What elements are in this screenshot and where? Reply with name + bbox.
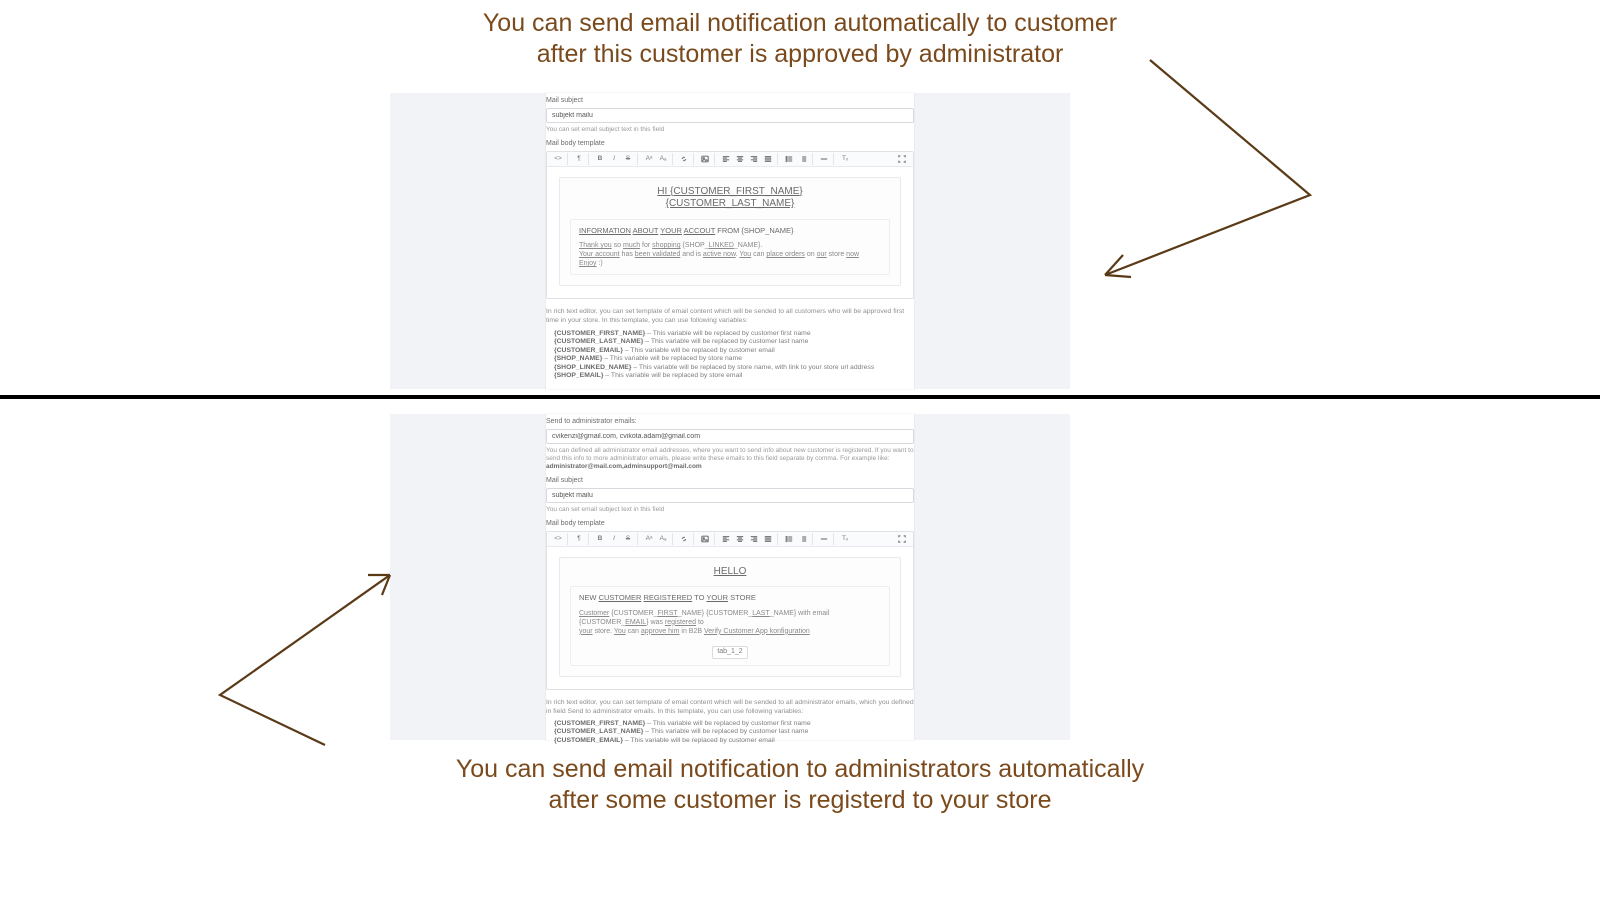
admin-email-panel: Send to administrator emails: You can de… [546, 414, 914, 740]
mail-subject-help: You can set email subject text in this f… [546, 126, 914, 134]
bottom-caption-line1: You can send email notification to admin… [0, 754, 1600, 785]
mail-subject-input-2[interactable] [546, 488, 914, 503]
bold-icon[interactable]: B [588, 153, 607, 165]
align-right-icon[interactable] [747, 533, 761, 545]
subscript-icon[interactable]: Aₐ [656, 533, 670, 545]
email-greeting: HI {CUSTOMER_FIRST_NAME} {CUSTOMER_LAST_… [570, 186, 890, 211]
paragraph-icon[interactable]: ¶ [567, 533, 586, 545]
ul-icon[interactable] [777, 533, 796, 545]
mail-body-label: Mail body template [546, 140, 914, 149]
email-section-body: Thank you so much for shopping {SHOP_LIN… [579, 241, 881, 268]
superscript-icon[interactable]: Aᵃ [637, 533, 656, 545]
arrow-top-right [1065, 55, 1325, 285]
top-caption: You can send email notification automati… [0, 0, 1600, 77]
admin-emails-label: Send to administrator emails: [546, 418, 914, 427]
mail-subject-label-2: Mail subject [546, 477, 914, 486]
bottom-caption-line2: after some customer is registerd to your… [0, 785, 1600, 816]
editor-toolbar-2: <> ¶ B I S Aᵃ Aₐ Tₓ [546, 531, 914, 547]
editor-body-2[interactable]: HELLO NEW CUSTOMER REGISTERED TO YOUR ST… [546, 547, 914, 690]
paragraph-icon[interactable]: ¶ [567, 153, 586, 165]
mail-body-label-2: Mail body template [546, 520, 914, 529]
editor-body[interactable]: HI {CUSTOMER_FIRST_NAME} {CUSTOMER_LAST_… [546, 167, 914, 300]
variables-list: {CUSTOMER_FIRST_NAME} – This variable wi… [554, 330, 914, 381]
admin-emails-input[interactable] [546, 429, 914, 444]
var-line: {SHOP_NAME} – This variable will be repl… [554, 355, 914, 363]
arrow-bottom-left [190, 555, 410, 755]
var-line: {CUSTOMER_FIRST_NAME} – This variable wi… [554, 330, 914, 338]
email-section-head: INFORMATION ABOUT YOUR ACCOUT FROM {SHOP… [579, 226, 881, 235]
superscript-icon[interactable]: Aᵃ [637, 153, 656, 165]
align-right-icon[interactable] [747, 153, 761, 165]
admin-emails-help: You can defined all administrator email … [546, 447, 914, 471]
clear-format-icon[interactable]: Tₓ [833, 533, 852, 545]
mail-subject-help-2: You can set email subject text in this f… [546, 506, 914, 514]
mail-subject-input[interactable] [546, 108, 914, 123]
align-center-icon[interactable] [733, 533, 747, 545]
var-line: {SHOP_LINKED_NAME} – This variable will … [554, 364, 914, 372]
italic-icon[interactable]: I [607, 533, 621, 545]
variables-list-2: {CUSTOMER_FIRST_NAME} – This variable wi… [554, 720, 914, 745]
page-root: You can send email notification automati… [0, 0, 1600, 900]
ol-icon[interactable] [796, 533, 810, 545]
italic-icon[interactable]: I [607, 153, 621, 165]
fullscreen-icon[interactable] [895, 153, 909, 165]
var-line: {CUSTOMER_EMAIL} – This variable will be… [554, 737, 914, 745]
email-preview-card-2: HELLO NEW CUSTOMER REGISTERED TO YOUR ST… [559, 557, 901, 677]
var-line: {CUSTOMER_LAST_NAME} – This variable wil… [554, 728, 914, 736]
panel-1-left-gutter [390, 93, 546, 389]
section-divider [0, 395, 1600, 399]
align-left-icon[interactable] [714, 533, 733, 545]
top-caption-line1: You can send email notification automati… [0, 8, 1600, 39]
link-icon[interactable] [672, 533, 691, 545]
var-line: {CUSTOMER_EMAIL} – This variable will be… [554, 347, 914, 355]
email-greeting-2: HELLO [570, 566, 890, 579]
code-view-icon[interactable]: <> [551, 533, 565, 545]
email-section-head-2: NEW CUSTOMER REGISTERED TO YOUR STORE [579, 593, 881, 602]
top-caption-line2: after this customer is approved by admin… [0, 39, 1600, 70]
tab-pill-wrap: tab_1_2 [579, 642, 881, 659]
strike-icon[interactable]: S [621, 533, 635, 545]
align-left-icon[interactable] [714, 153, 733, 165]
ul-icon[interactable] [777, 153, 796, 165]
clear-format-icon[interactable]: Tₓ [833, 153, 852, 165]
tab-pill[interactable]: tab_1_2 [712, 646, 747, 659]
bottom-caption: You can send email notification to admin… [0, 748, 1600, 817]
email-section-body-2: Customer {CUSTOMER_FIRST_NAME} {CUSTOMER… [579, 609, 881, 636]
fullscreen-icon[interactable] [895, 533, 909, 545]
subscript-icon[interactable]: Aₐ [656, 153, 670, 165]
var-line: {CUSTOMER_FIRST_NAME} – This variable wi… [554, 720, 914, 728]
strike-icon[interactable]: S [621, 153, 635, 165]
align-center-icon[interactable] [733, 153, 747, 165]
align-justify-icon[interactable] [761, 153, 775, 165]
email-preview-card: HI {CUSTOMER_FIRST_NAME} {CUSTOMER_LAST_… [559, 177, 901, 287]
hr-icon[interactable] [812, 153, 831, 165]
panel-2-right-gutter [914, 414, 1070, 740]
editor-toolbar: <> ¶ B I S Aᵃ Aₐ Tₓ [546, 151, 914, 167]
bold-icon[interactable]: B [588, 533, 607, 545]
code-view-icon[interactable]: <> [551, 153, 565, 165]
email-section: INFORMATION ABOUT YOUR ACCOUT FROM {SHOP… [570, 219, 890, 276]
image-icon[interactable] [693, 533, 712, 545]
link-icon[interactable] [672, 153, 691, 165]
editor-description: In rich text editor, you can set templat… [546, 307, 914, 325]
ol-icon[interactable] [796, 153, 810, 165]
email-section-2: NEW CUSTOMER REGISTERED TO YOUR STORE Cu… [570, 586, 890, 665]
panel-2-left-gutter [390, 414, 546, 740]
panel-1-right-gutter [914, 93, 1070, 389]
var-line: {CUSTOMER_LAST_NAME} – This variable wil… [554, 338, 914, 346]
mail-subject-label: Mail subject [546, 97, 914, 106]
align-justify-icon[interactable] [761, 533, 775, 545]
var-line: {SHOP_EMAIL} – This variable will be rep… [554, 372, 914, 380]
customer-email-panel: Mail subject You can set email subject t… [546, 93, 914, 389]
hr-icon[interactable] [812, 533, 831, 545]
editor-description-2: In rich text editor, you can set templat… [546, 698, 914, 716]
image-icon[interactable] [693, 153, 712, 165]
